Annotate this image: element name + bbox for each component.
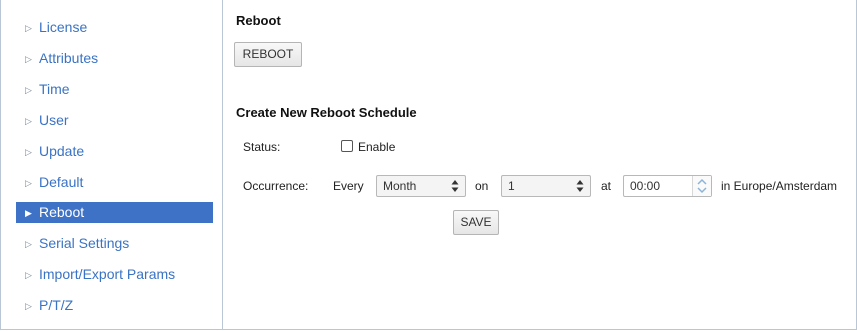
sidebar-item-label: User xyxy=(39,112,69,128)
updown-arrows-icon xyxy=(451,180,459,192)
schedule-heading: Create New Reboot Schedule xyxy=(236,105,417,120)
sidebar-item-ptz[interactable]: ▷ P/T/Z xyxy=(16,295,213,316)
at-label: at xyxy=(601,179,612,193)
sidebar-item-user[interactable]: ▷ User xyxy=(16,110,213,131)
triangle-right-icon: ▷ xyxy=(25,270,32,280)
time-value: 00:00 xyxy=(630,179,661,193)
sidebar-item-serial-settings[interactable]: ▷ Serial Settings xyxy=(16,233,213,254)
save-button[interactable]: SAVE xyxy=(453,210,499,235)
occurrence-label: Occurrence: xyxy=(243,179,309,193)
triangle-right-icon: ▷ xyxy=(25,116,32,126)
status-label: Status: xyxy=(243,140,281,154)
time-spinner[interactable]: 00:00 xyxy=(623,175,712,197)
sidebar-item-attributes[interactable]: ▷ Attributes xyxy=(16,48,213,69)
sidebar-item-label: Attributes xyxy=(39,50,99,66)
day-select[interactable]: 1 xyxy=(501,175,591,197)
day-value: 1 xyxy=(508,179,515,193)
triangle-right-icon: ▷ xyxy=(25,147,32,157)
every-label: Every xyxy=(333,179,364,193)
sidebar-item-default[interactable]: ▷ Default xyxy=(16,172,213,193)
sidebar-item-label: Time xyxy=(39,81,70,97)
frequency-value: Month xyxy=(383,179,417,193)
sidebar-item-reboot[interactable]: ▶ Reboot xyxy=(16,202,213,223)
time-spin-buttons[interactable] xyxy=(692,176,711,196)
sidebar-item-label: Update xyxy=(39,143,85,159)
sidebar-item-label: Reboot xyxy=(39,204,85,220)
sidebar-item-license[interactable]: ▷ License xyxy=(16,17,213,38)
sidebar-item-update[interactable]: ▷ Update xyxy=(16,141,213,162)
sidebar-item-import-export-params[interactable]: ▷ Import/Export Params xyxy=(16,264,213,285)
reboot-button[interactable]: REBOOT xyxy=(234,42,302,67)
triangle-right-icon: ▷ xyxy=(25,239,32,249)
triangle-right-icon: ▷ xyxy=(25,301,32,311)
triangle-right-icon: ▷ xyxy=(25,178,32,188)
triangle-right-icon: ▷ xyxy=(25,85,32,95)
enable-checkbox[interactable] xyxy=(341,140,353,152)
sidebar-item-label: Serial Settings xyxy=(39,235,130,251)
reboot-heading: Reboot xyxy=(236,13,281,28)
on-label: on xyxy=(475,179,489,193)
sidebar-item-label: P/T/Z xyxy=(39,297,74,313)
enable-label: Enable xyxy=(358,140,396,154)
triangle-right-icon: ▷ xyxy=(25,23,32,33)
settings-sidebar: ▷ License ▷ Attributes ▷ Time ▷ User ▷ Update… xyxy=(0,0,223,329)
frequency-select[interactable]: Month xyxy=(376,175,466,197)
sidebar-item-label: Default xyxy=(39,174,84,190)
triangle-right-icon: ▷ xyxy=(25,54,32,64)
triangle-right-icon: ▶ xyxy=(25,208,32,218)
timezone-text: in Europe/Amsterdam xyxy=(721,179,838,193)
sidebar-item-label: License xyxy=(39,19,88,35)
updown-arrows-icon xyxy=(576,180,584,192)
sidebar-item-time[interactable]: ▷ Time xyxy=(16,79,213,100)
spin-arrows-icon xyxy=(697,178,707,194)
sidebar-item-label: Import/Export Params xyxy=(39,266,176,282)
